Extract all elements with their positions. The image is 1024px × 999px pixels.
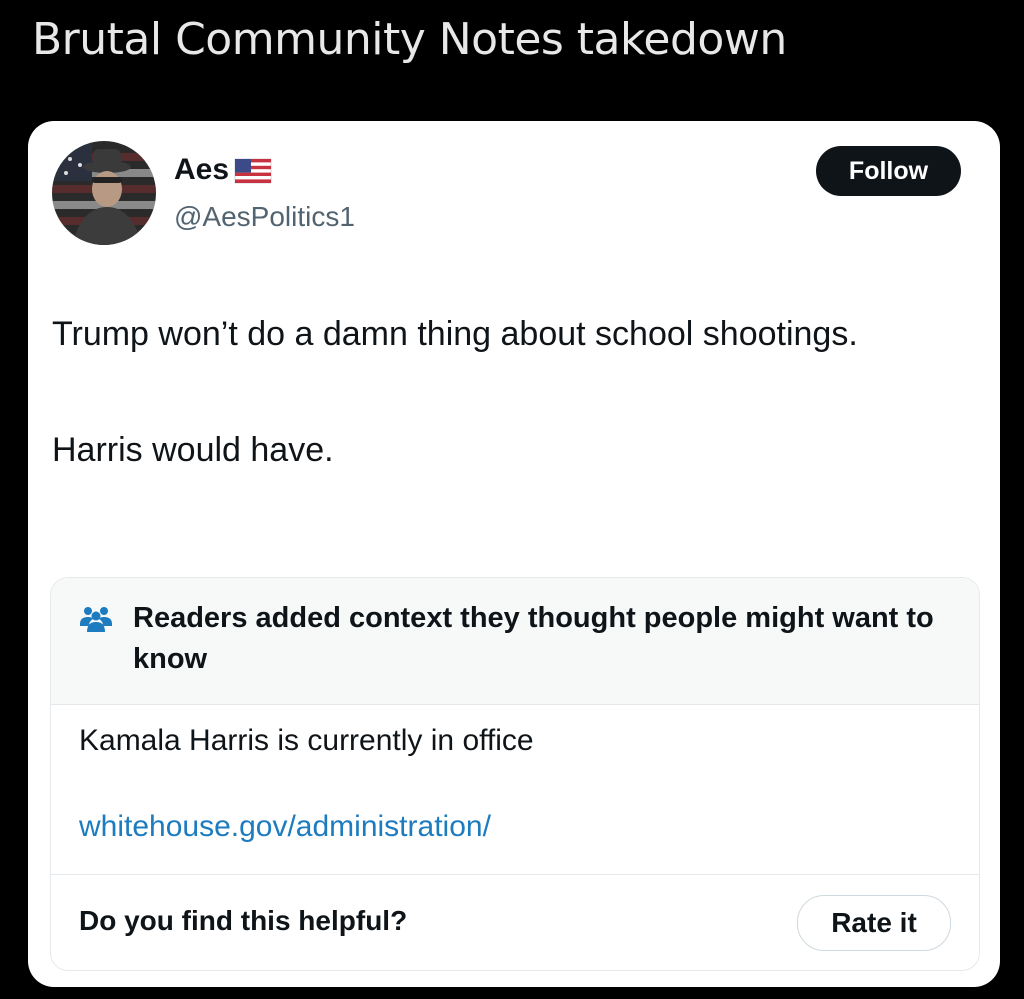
- community-note-link[interactable]: whitehouse.gov/administration/: [79, 810, 491, 844]
- tweet-text: Trump won’t do a damn thing about school…: [52, 305, 952, 479]
- helpful-question: Do you find this helpful?: [79, 905, 408, 936]
- us-flag-icon: [233, 155, 273, 185]
- rate-it-button[interactable]: Rate it: [797, 895, 951, 951]
- community-note-footer: Do you find this helpful? Rate it: [51, 874, 979, 970]
- avatar[interactable]: [52, 141, 156, 245]
- avatar-image: [52, 141, 156, 245]
- community-note-header: Readers added context they thought peopl…: [51, 578, 979, 705]
- community-note-body: Kamala Harris is currently in office: [79, 724, 534, 757]
- community-note: Readers added context they thought peopl…: [50, 577, 980, 971]
- post-headline: Brutal Community Notes takedown: [32, 14, 787, 65]
- follow-button[interactable]: Follow: [816, 146, 961, 196]
- people-icon: [79, 604, 113, 632]
- author-handle[interactable]: @AesPolitics1: [174, 201, 355, 233]
- author-name: Aes: [174, 153, 230, 186]
- tweet-text-line: Harris would have.: [52, 431, 334, 469]
- tweet-text-line: Trump won’t do a damn thing about school…: [52, 315, 858, 353]
- community-note-title: Readers added context they thought peopl…: [133, 602, 934, 675]
- author-name-row[interactable]: Aes: [174, 153, 273, 187]
- tweet-card: Aes @AesPolitics1 Follow Trump won’t do …: [28, 121, 1000, 987]
